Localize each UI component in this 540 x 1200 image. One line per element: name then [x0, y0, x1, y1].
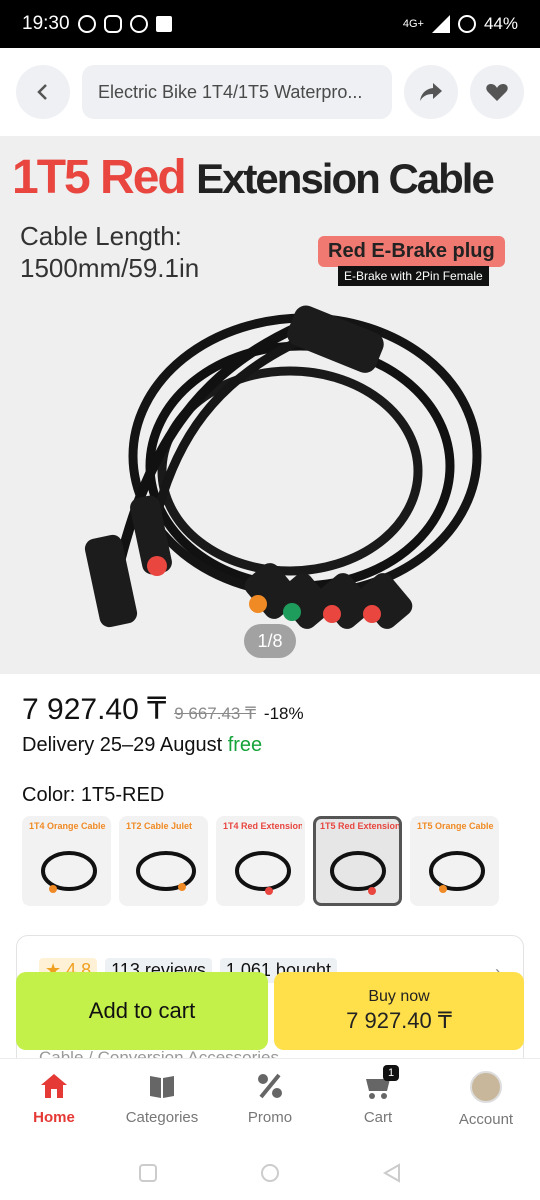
- delivery-dates: Delivery 25–29 August: [22, 734, 223, 756]
- nav-label: Promo: [247, 1109, 293, 1126]
- image-pager: 1/8: [244, 624, 296, 658]
- color-option[interactable]: 1T4 Orange Cable: [22, 816, 111, 906]
- color-option-label: 1T4 Red Extension Cable: [223, 821, 304, 831]
- buy-now-price: 7 927.40 ₸: [346, 1008, 452, 1033]
- old-price: 9 667.43 ₸: [174, 704, 256, 723]
- color-option-label: 1T2 Cable Julet: [126, 821, 193, 831]
- heart-icon: [486, 84, 508, 101]
- search-box[interactable]: Electric Bike 1T4/1T5 Waterpro...: [82, 65, 392, 119]
- discount-badge: -18%: [263, 704, 304, 723]
- product-header: Electric Bike 1T4/1T5 Waterpro...: [0, 48, 540, 136]
- nav-label: Cart: [363, 1109, 393, 1126]
- upload-icon: [155, 16, 172, 32]
- color-label: Color: 1T5-RED: [22, 784, 165, 806]
- product-image-gallery[interactable]: 1T5 Red Extension Cable Cable Length: 15…: [0, 136, 540, 674]
- recent-apps-icon[interactable]: [137, 1162, 159, 1184]
- cable-thumbnail: [429, 851, 485, 893]
- network-label: 4G+: [402, 18, 424, 30]
- nav-label: Categories: [125, 1109, 199, 1126]
- cable-illustration: [84, 305, 482, 629]
- system-navigation: [0, 1146, 540, 1200]
- current-price: 7 927.40 ₸: [22, 693, 167, 726]
- avatar: [470, 1071, 502, 1103]
- color-option[interactable]: 1T2 Cable Julet: [119, 816, 208, 906]
- cable-thumbnail: [235, 851, 291, 895]
- share-button[interactable]: [404, 65, 458, 119]
- nav-home[interactable]: Home: [0, 1059, 108, 1146]
- signal-icon: [431, 15, 450, 33]
- color-option-label: 1T5 Red Extension Cable: [320, 821, 401, 831]
- add-to-cart-button[interactable]: Add to cart: [16, 972, 268, 1050]
- cable-thumbnail: [136, 851, 196, 891]
- color-option[interactable]: 1T4 Red Extension Cable: [216, 816, 305, 906]
- color-option-label: 1T4 Orange Cable: [29, 821, 106, 831]
- buy-now-label: Buy now: [368, 988, 430, 1005]
- delivery-free: free: [227, 734, 263, 756]
- cart-icon-wrap: 1: [363, 1065, 399, 1101]
- status-bar: 19:30 4G+ 44%: [0, 0, 540, 48]
- delivery-info: Delivery 25–29 August free: [22, 734, 262, 757]
- percent-icon: [258, 1073, 282, 1099]
- color-option-label: 1T5 Orange Cable: [417, 821, 494, 831]
- back-button[interactable]: [16, 65, 70, 119]
- nav-account[interactable]: Account: [432, 1059, 540, 1146]
- color-option[interactable]: 1T5 Orange Cable: [410, 816, 499, 906]
- home-icon: [41, 1074, 67, 1098]
- nav-cart[interactable]: 1 Cart: [324, 1059, 432, 1146]
- home-circle-icon[interactable]: [259, 1162, 281, 1184]
- color-option-selected[interactable]: 1T5 Red Extension Cable: [313, 816, 402, 906]
- share-icon: [420, 83, 442, 101]
- alarm-icon: [77, 15, 96, 33]
- favorite-button[interactable]: [470, 65, 524, 119]
- nav-label: Home: [33, 1109, 75, 1126]
- cart-badge: 1: [383, 1065, 399, 1081]
- nav-label: Account: [458, 1111, 514, 1128]
- battery-icon: [457, 15, 476, 33]
- chevron-left-icon: [37, 84, 47, 100]
- cable-thumbnail: [330, 851, 386, 895]
- battery-label: 44%: [483, 14, 518, 33]
- back-triangle-icon[interactable]: [381, 1162, 403, 1184]
- status-time: 19:30: [22, 13, 70, 34]
- chat-icon: [103, 15, 122, 33]
- cable-thumbnail: [41, 851, 97, 893]
- nav-categories[interactable]: Categories: [108, 1059, 216, 1146]
- nav-promo[interactable]: Promo: [216, 1059, 324, 1146]
- price-row: 7 927.40 ₸ 9 667.43 ₸ -18%: [22, 692, 304, 727]
- buy-now-button[interactable]: Buy now 7 927.40 ₸: [274, 972, 524, 1050]
- color-options: 1T4 Orange Cable 1T2 Cable Julet 1T4 Red…: [22, 816, 499, 906]
- book-icon: [150, 1076, 174, 1098]
- bottom-navigation: Home Categories Promo 1 Cart Account: [0, 1058, 540, 1146]
- whatsapp-icon: [129, 15, 148, 33]
